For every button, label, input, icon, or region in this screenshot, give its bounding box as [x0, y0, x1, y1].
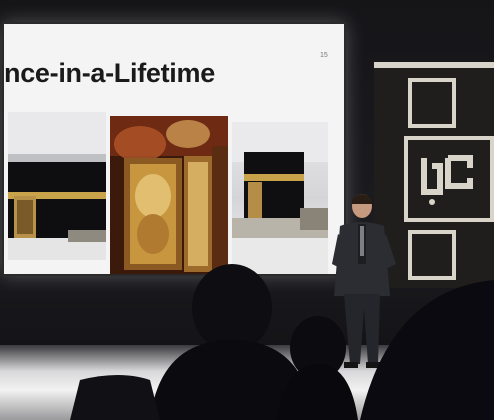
audience-head-center [192, 264, 272, 352]
audience-silhouettes [0, 260, 494, 420]
slide-photo-center [110, 116, 228, 274]
golden-door-photo [110, 116, 228, 274]
slide-photo-right [232, 122, 328, 274]
slide-photo-left [8, 112, 106, 260]
logo-glyph-icon [421, 155, 473, 205]
kaaba-photo-left [8, 112, 106, 260]
kaaba-photo-right [232, 122, 328, 274]
slide-title: nce-in-a-Lifetime [4, 58, 215, 88]
audience-foreground-right [360, 280, 494, 420]
slide-page-number: 15 [320, 52, 328, 59]
presentation-screen: nce-in-a-Lifetime 15 [2, 22, 346, 276]
logo-square-middle [404, 136, 494, 222]
photo-frame: nce-in-a-Lifetime 15 [0, 0, 494, 420]
logo-square-top [408, 78, 456, 128]
